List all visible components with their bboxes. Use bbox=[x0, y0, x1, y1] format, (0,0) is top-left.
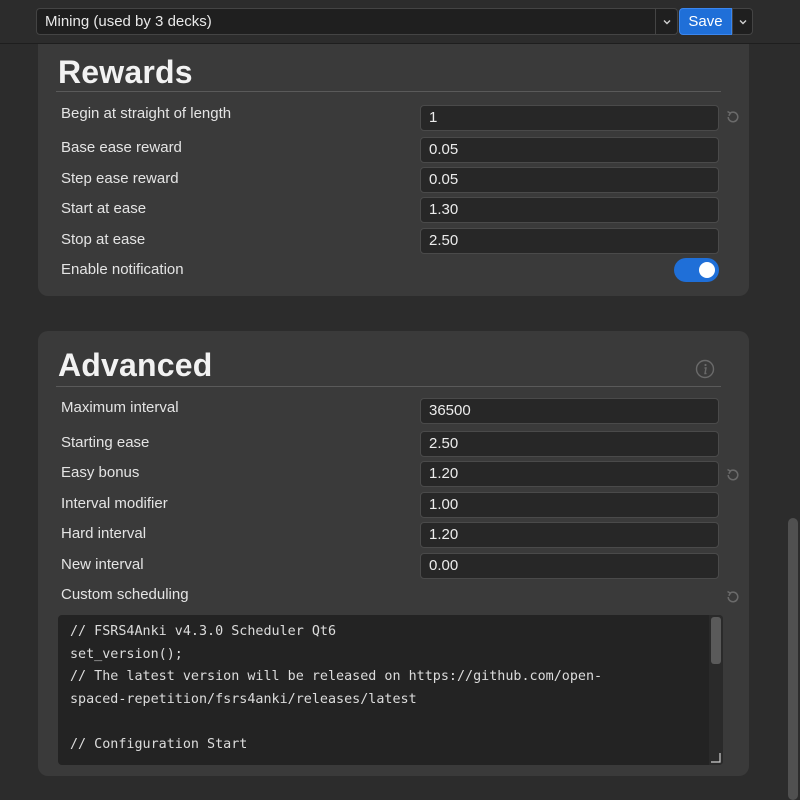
reset-icon[interactable] bbox=[725, 109, 741, 125]
rewards-section: Rewards Begin at straight of length 1 Ba… bbox=[38, 44, 749, 296]
row-label: Maximum interval bbox=[61, 399, 179, 416]
save-button[interactable]: Save bbox=[679, 8, 732, 35]
interval-modifier-input[interactable]: 1.00 bbox=[420, 492, 719, 518]
base-ease-reward-input[interactable]: 0.05 bbox=[420, 137, 719, 163]
row-label: Base ease reward bbox=[61, 139, 182, 156]
start-at-ease-input[interactable]: 1.30 bbox=[420, 197, 719, 223]
straight-length-input[interactable]: 1 bbox=[420, 105, 719, 131]
code-line: // Configuration Start bbox=[70, 736, 248, 752]
row-label: Begin at straight of length bbox=[61, 105, 232, 122]
row-label: Start at ease bbox=[61, 200, 147, 217]
section-title: Rewards bbox=[58, 54, 193, 90]
hard-interval-input[interactable]: 1.20 bbox=[420, 522, 719, 548]
chevron-down-icon bbox=[739, 19, 746, 24]
divider bbox=[56, 91, 721, 92]
row-label: Enable notification bbox=[61, 261, 184, 278]
row-label: New interval bbox=[61, 556, 144, 573]
row-label: Stop at ease bbox=[61, 231, 146, 248]
row-label: Starting ease bbox=[61, 434, 150, 451]
code-line: // FSRS4Anki v4.3.0 Scheduler Qt6 bbox=[70, 624, 337, 639]
code-line: set_version(); bbox=[70, 646, 183, 662]
maximum-interval-input[interactable]: 36500 bbox=[420, 398, 719, 424]
enable-notification-toggle[interactable] bbox=[674, 258, 719, 282]
reset-icon[interactable] bbox=[725, 589, 741, 605]
advanced-section: Advanced Maximum interval 36500 Starting… bbox=[38, 331, 749, 776]
row-label: Easy bonus bbox=[61, 464, 140, 481]
row-label: Hard interval bbox=[61, 525, 147, 542]
top-bar: Mining (used by 3 decks) Save bbox=[0, 0, 800, 44]
divider bbox=[56, 386, 721, 387]
new-interval-input[interactable]: 0.00 bbox=[420, 553, 719, 579]
code-line: // The latest version will be released o… bbox=[70, 669, 603, 684]
toggle-knob bbox=[699, 262, 715, 278]
chevron-down-icon bbox=[663, 19, 670, 24]
resize-grip-icon[interactable] bbox=[710, 752, 721, 763]
step-ease-reward-input[interactable]: 0.05 bbox=[420, 167, 719, 193]
easy-bonus-input[interactable]: 1.20 bbox=[420, 461, 719, 487]
info-icon[interactable] bbox=[695, 359, 715, 379]
save-options-button[interactable] bbox=[732, 8, 753, 35]
editor-scrollbar-thumb[interactable] bbox=[711, 617, 721, 664]
row-label: Step ease reward bbox=[61, 170, 179, 187]
preset-dropdown-button[interactable] bbox=[656, 8, 678, 35]
editor-scrollbar[interactable] bbox=[709, 615, 723, 765]
row-label: Interval modifier bbox=[61, 495, 168, 512]
code-line: spaced-repetition/fsrs4anki/releases/lat… bbox=[70, 691, 417, 707]
section-title: Advanced bbox=[58, 347, 213, 383]
row-label: Custom scheduling bbox=[61, 586, 189, 603]
preset-select[interactable]: Mining (used by 3 decks) bbox=[36, 8, 656, 35]
starting-ease-input[interactable]: 2.50 bbox=[420, 431, 719, 457]
reset-icon[interactable] bbox=[725, 467, 741, 483]
page-scrollbar-thumb[interactable] bbox=[788, 518, 798, 800]
custom-scheduling-editor[interactable]: // FSRS4Anki v4.3.0 Scheduler Qt6 set_ve… bbox=[58, 615, 723, 765]
stop-at-ease-input[interactable]: 2.50 bbox=[420, 228, 719, 254]
